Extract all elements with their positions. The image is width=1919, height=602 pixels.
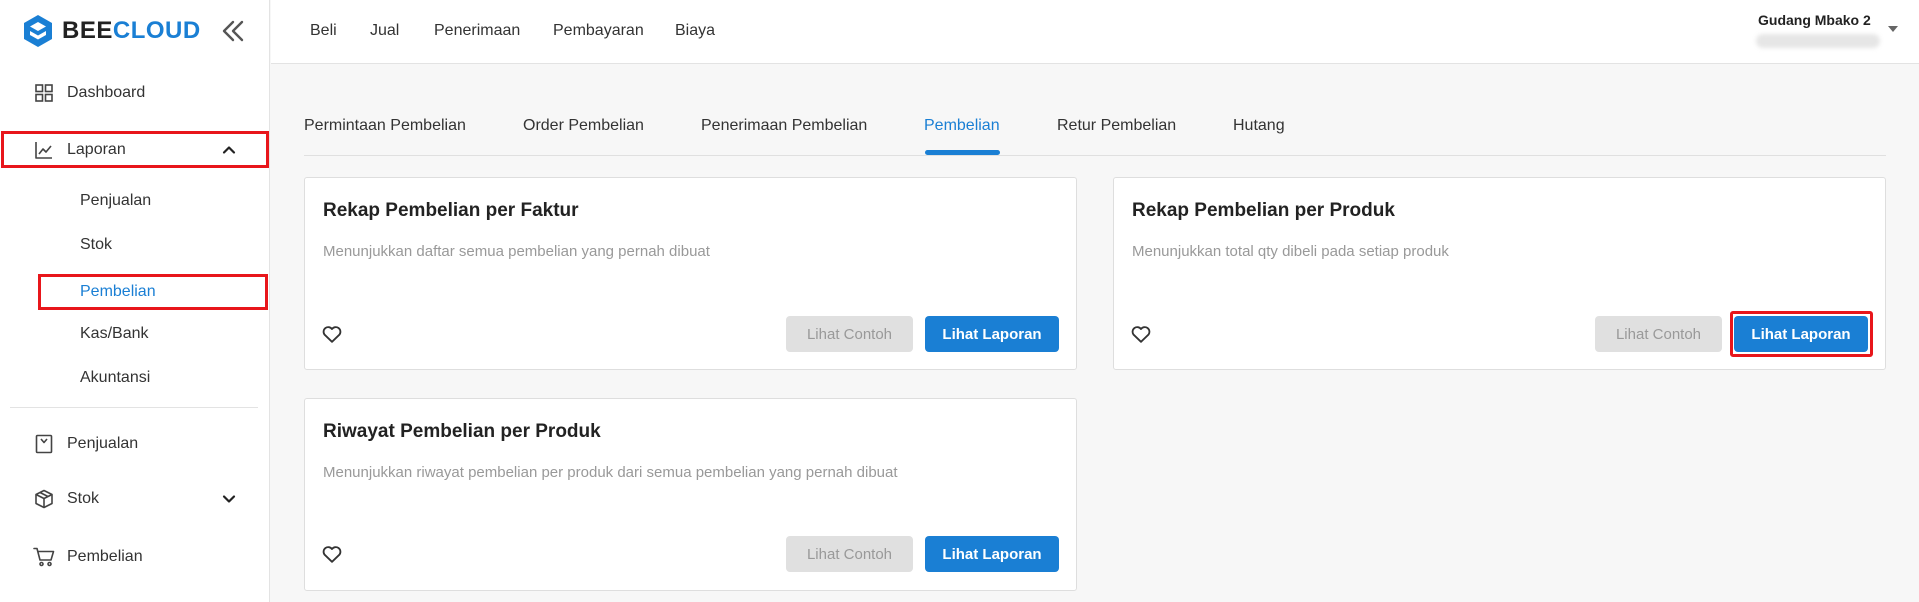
sidebar-item-penjualan[interactable]: Penjualan [0,424,270,464]
lihat-laporan-button[interactable]: Lihat Laporan [925,316,1059,352]
sidebar-subitem-stok[interactable]: Stok [38,227,268,263]
sidebar-item-label: Stok [67,490,100,507]
tab-retur-pembelian[interactable]: Retur Pembelian [1057,117,1176,135]
chart-line-icon [33,139,55,161]
sidebar-subitem-label: Stok [80,236,113,253]
topnav-biaya[interactable]: Biaya [675,22,715,40]
card-description: Menunjukkan riwayat pembelian per produk… [323,464,898,481]
heart-icon[interactable] [321,543,343,565]
sidebar-item-dashboard[interactable]: Dashboard [0,73,270,113]
tab-pembelian[interactable]: Pembelian [924,117,1000,135]
sidebar-subitem-penjualan[interactable]: Penjualan [38,183,268,219]
sidebar-item-label: Laporan [67,140,126,158]
sidebar: BEECLOUD Dashboard Laporan Penjualan Sto… [0,0,270,602]
chevron-down-icon[interactable] [220,490,238,508]
box-icon [33,488,55,510]
topnav-penerimaan[interactable]: Penerimaan [434,22,520,40]
sidebar-item-label: Pembelian [67,548,143,565]
sidebar-divider [10,407,258,408]
heart-icon[interactable] [321,323,343,345]
report-card-riwayat-produk: Riwayat Pembelian per Produk Menunjukkan… [304,398,1077,591]
tab-penerimaan-pembelian[interactable]: Penerimaan Pembelian [701,117,867,135]
tabs-divider [304,155,1886,156]
report-card-rekap-faktur: Rekap Pembelian per Faktur Menunjukkan d… [304,177,1077,370]
receipt-icon [33,433,55,455]
shopping-cart-icon [33,546,55,568]
tab-hutang[interactable]: Hutang [1233,117,1285,135]
sidebar-subitem-label: Pembelian [80,283,156,300]
sidebar-subitem-label: Kas/Bank [80,325,149,342]
lihat-contoh-button[interactable]: Lihat Contoh [1595,316,1722,352]
sidebar-item-label: Penjualan [67,435,139,452]
user-email-redacted [1756,34,1880,48]
topnav-jual[interactable]: Jual [370,22,399,40]
sidebar-subitem-kas-bank[interactable]: Kas/Bank [38,316,268,352]
collapse-sidebar-icon[interactable] [220,18,246,44]
sidebar-item-stok[interactable]: Stok [0,479,270,519]
card-description: Menunjukkan daftar semua pembelian yang … [323,243,710,260]
beecloud-logo-icon [24,15,52,47]
tab-permintaan-pembelian[interactable]: Permintaan Pembelian [304,117,466,135]
brand-logo[interactable]: BEECLOUD [22,14,201,48]
dashboard-grid-icon [33,82,55,104]
card-title: Riwayat Pembelian per Produk [323,421,601,442]
sidebar-item-laporan[interactable]: Laporan [1,131,269,168]
user-menu-caret-icon[interactable] [1888,26,1898,32]
card-title: Rekap Pembelian per Produk [1132,200,1395,221]
heart-icon[interactable] [1130,323,1152,345]
topnav-beli[interactable]: Beli [310,22,337,40]
report-card-rekap-produk: Rekap Pembelian per Produk Menunjukkan t… [1113,177,1886,370]
sidebar-item-pembelian[interactable]: Pembelian [0,537,270,577]
user-name[interactable]: Gudang Mbako 2 [1758,12,1871,28]
card-title: Rekap Pembelian per Faktur [323,200,579,221]
lihat-contoh-button[interactable]: Lihat Contoh [786,536,913,572]
tab-order-pembelian[interactable]: Order Pembelian [523,117,644,135]
topnav-pembayaran[interactable]: Pembayaran [553,22,644,40]
sidebar-subitem-pembelian[interactable]: Pembelian [38,274,268,310]
active-tab-indicator [925,150,1000,155]
lihat-contoh-button[interactable]: Lihat Contoh [786,316,913,352]
sidebar-subitem-label: Penjualan [80,192,152,209]
brand-name: BEECLOUD [62,17,201,44]
lihat-laporan-button[interactable]: Lihat Laporan [925,536,1059,572]
chevron-up-icon[interactable] [220,141,238,159]
sidebar-subitem-akuntansi[interactable]: Akuntansi [38,360,268,396]
lihat-laporan-button[interactable]: Lihat Laporan [1734,316,1868,352]
card-description: Menunjukkan total qty dibeli pada setiap… [1132,243,1449,260]
sidebar-subitem-label: Akuntansi [80,369,151,386]
sidebar-item-label: Dashboard [67,84,146,101]
